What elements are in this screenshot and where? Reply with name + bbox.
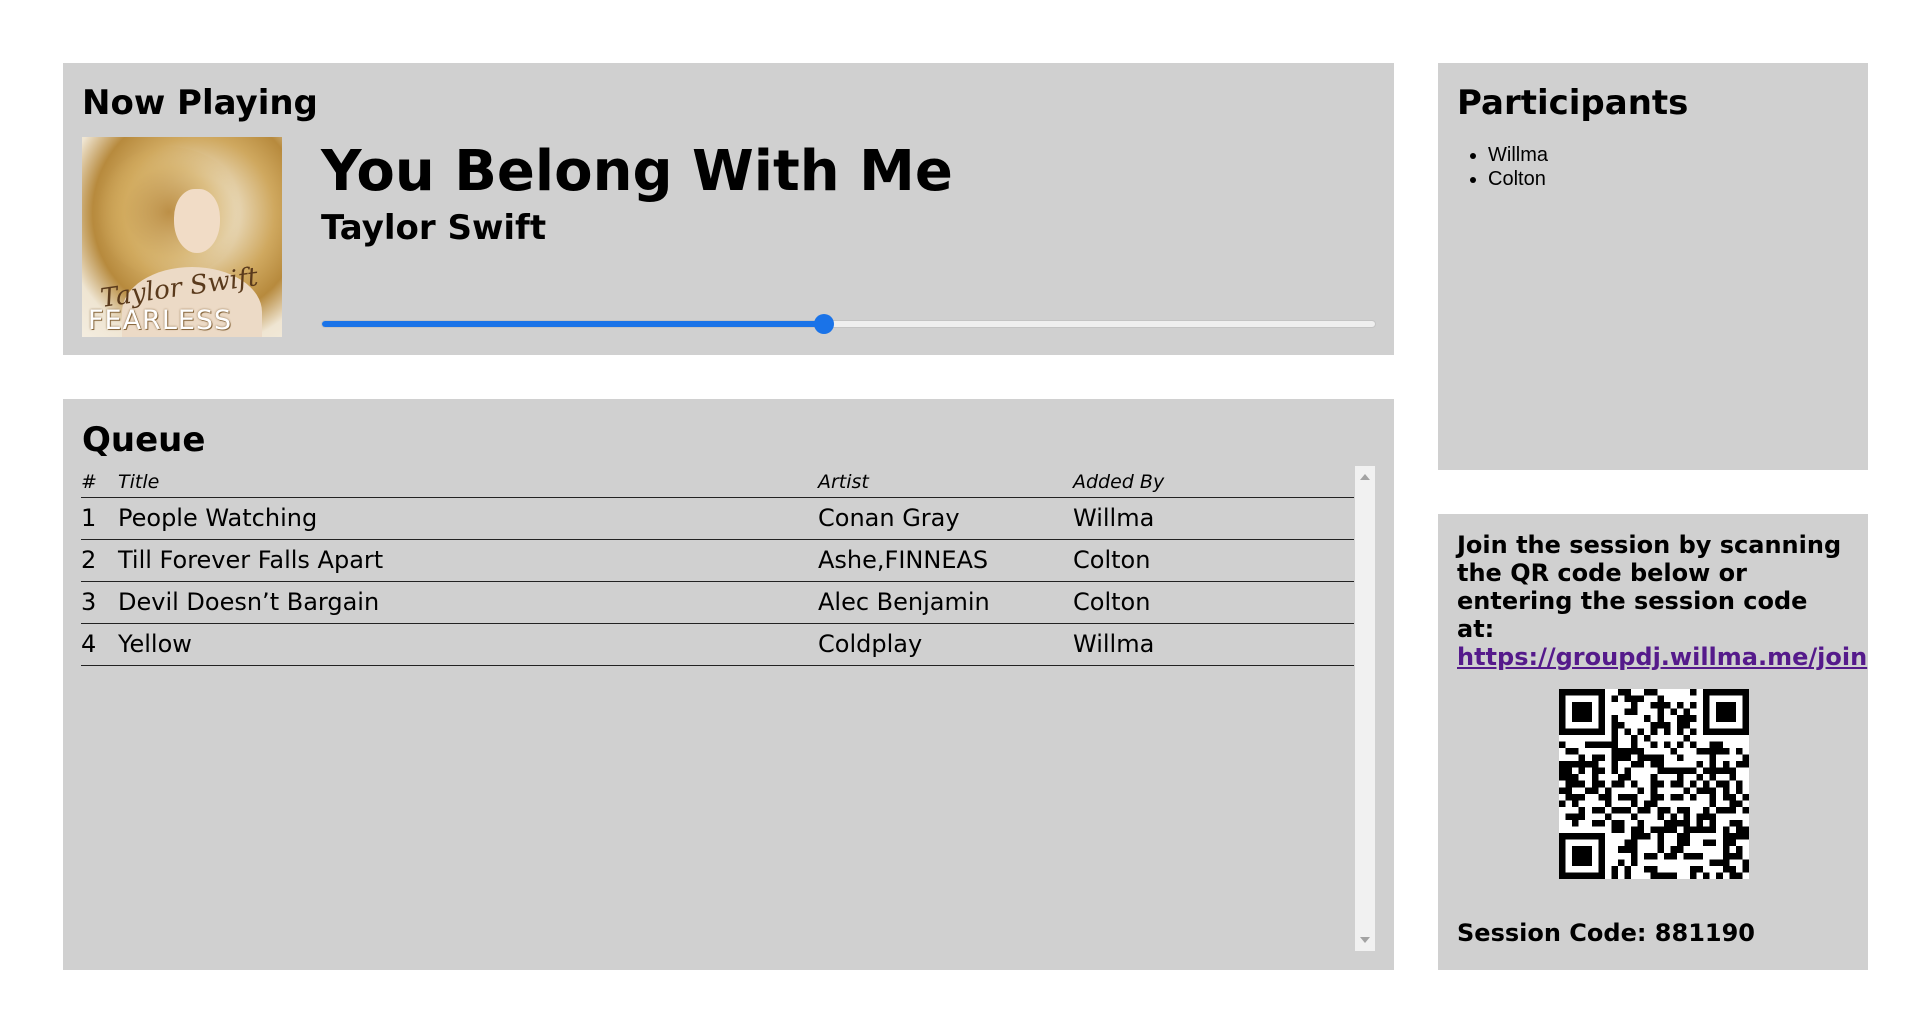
queue-table: # Title Artist Added By 1 People Watchin… xyxy=(81,466,1354,666)
participants-heading: Participants xyxy=(1457,83,1689,123)
column-header-artist: Artist xyxy=(818,466,1073,498)
row-number: 2 xyxy=(81,539,118,582)
queue-scrollbar[interactable] xyxy=(1355,466,1375,951)
column-header-number: # xyxy=(81,466,118,498)
row-added-by: Colton xyxy=(1073,581,1354,624)
table-row[interactable]: 2 Till Forever Falls Apart Ashe,FINNEAS … xyxy=(81,539,1354,582)
join-link[interactable]: https://groupdj.willma.me/join xyxy=(1457,643,1867,671)
progress-fill xyxy=(322,321,825,327)
scroll-up-arrow-icon[interactable] xyxy=(1360,474,1370,480)
row-artist: Coldplay xyxy=(818,623,1073,666)
column-header-added-by: Added By xyxy=(1073,466,1354,498)
table-row[interactable]: 3 Devil Doesn’t Bargain Alec Benjamin Co… xyxy=(81,581,1354,624)
row-artist: Ashe,FINNEAS xyxy=(818,539,1073,582)
playback-progress-slider[interactable] xyxy=(321,314,1376,334)
song-artist: Taylor Swift xyxy=(321,208,547,248)
row-added-by: Willma xyxy=(1073,623,1354,666)
join-session-panel: Join the session by scanning the QR code… xyxy=(1438,514,1868,970)
session-code: Session Code: 881190 xyxy=(1457,919,1755,947)
queue-header-row: # Title Artist Added By xyxy=(81,466,1354,498)
row-title: Yellow xyxy=(118,623,818,666)
participants-panel: Participants Willma Colton xyxy=(1438,63,1868,470)
row-number: 3 xyxy=(81,581,118,624)
table-row[interactable]: 4 Yellow Coldplay Willma xyxy=(81,623,1354,666)
join-instructions: Join the session by scanning the QR code… xyxy=(1457,531,1867,671)
row-added-by: Colton xyxy=(1073,539,1354,582)
queue-panel: Queue # Title Artist Added By 1 People W… xyxy=(63,399,1394,970)
album-title-text: FEARLESS xyxy=(88,305,233,336)
participant-list: Willma Colton xyxy=(1458,143,1548,191)
queue-heading: Queue xyxy=(82,420,206,460)
row-title: Devil Doesn’t Bargain xyxy=(118,581,818,624)
row-number: 4 xyxy=(81,623,118,666)
row-artist: Conan Gray xyxy=(818,497,1073,540)
now-playing-panel: Now Playing Taylor Swift FEARLESS You Be… xyxy=(63,63,1394,355)
row-title: People Watching xyxy=(118,497,818,540)
list-item: Willma xyxy=(1488,143,1548,167)
column-header-title: Title xyxy=(118,466,818,498)
row-title: Till Forever Falls Apart xyxy=(118,539,818,582)
row-artist: Alec Benjamin xyxy=(818,581,1073,624)
row-number: 1 xyxy=(81,497,118,540)
now-playing-heading: Now Playing xyxy=(82,83,318,123)
join-instructions-text: Join the session by scanning the QR code… xyxy=(1457,531,1842,643)
progress-thumb[interactable] xyxy=(814,314,835,334)
table-row[interactable]: 1 People Watching Conan Gray Willma xyxy=(81,497,1354,540)
album-art: Taylor Swift FEARLESS xyxy=(82,137,282,337)
scroll-down-arrow-icon[interactable] xyxy=(1360,937,1370,943)
song-title: You Belong With Me xyxy=(321,139,953,204)
list-item: Colton xyxy=(1488,167,1548,191)
qr-code xyxy=(1559,689,1749,879)
row-added-by: Willma xyxy=(1073,497,1354,540)
